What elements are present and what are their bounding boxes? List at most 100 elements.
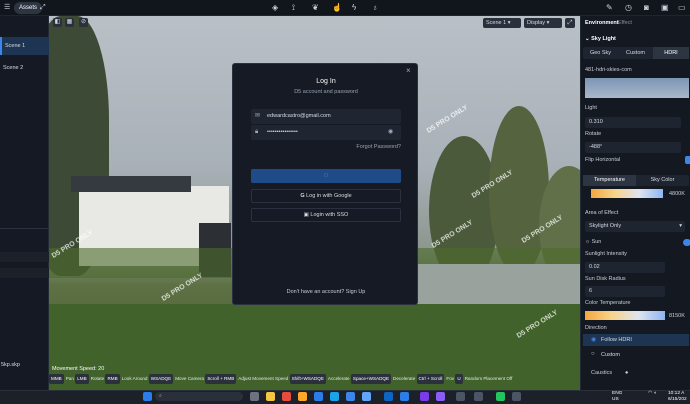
rotate-input[interactable]: -488° bbox=[585, 142, 681, 153]
tab-hdri[interactable]: HDRI bbox=[653, 47, 689, 59]
assets-button[interactable]: Assets bbox=[14, 2, 43, 14]
top-bar: ☰ Assets ⤢ ◈ ⟟ ❦ ☝ ϟ ♁ ✎ ◷ ◙ ▣ ▭ bbox=[0, 0, 690, 16]
hdri-name[interactable]: 481-hdri-skies-com bbox=[585, 67, 632, 73]
menu-icon[interactable]: ☰ bbox=[4, 3, 10, 13]
edit-icon[interactable]: ✎ bbox=[606, 3, 613, 13]
sky-mode-tabs: Geo Sky Custom HDRI bbox=[583, 47, 689, 59]
app-icon[interactable] bbox=[474, 392, 483, 401]
system-tray-icons[interactable]: ◠ ◖ bbox=[648, 391, 656, 397]
grid-icon[interactable]: ▦ bbox=[65, 18, 74, 27]
shortcut: Scroll + RMB Adjust Movement Speed bbox=[205, 374, 288, 384]
shortcut: LMB Rotate bbox=[75, 374, 104, 384]
scene-label: Scene 1 bbox=[5, 43, 26, 49]
leaf-icon[interactable]: ❦ bbox=[312, 3, 319, 13]
direction-label: Direction bbox=[585, 325, 607, 331]
language-indicator[interactable]: ENG US bbox=[612, 391, 622, 403]
edge-icon[interactable] bbox=[314, 392, 323, 401]
app-icon[interactable] bbox=[512, 392, 521, 401]
spinner-icon: ◌ bbox=[323, 172, 329, 179]
app-icon[interactable] bbox=[456, 392, 465, 401]
display-select[interactable]: Display ▾ bbox=[524, 18, 562, 28]
list-row[interactable] bbox=[0, 268, 49, 278]
follow-hdri-option[interactable]: ◉ Follow HDRI bbox=[583, 334, 689, 346]
radio-selected-icon: ◉ bbox=[591, 337, 597, 343]
list-row[interactable] bbox=[0, 252, 49, 262]
spotify-icon[interactable] bbox=[496, 392, 505, 401]
app-icon[interactable] bbox=[400, 392, 409, 401]
signup-link[interactable]: Don't have an account? Sign Up bbox=[233, 289, 419, 295]
tab-effect[interactable]: Effect bbox=[618, 20, 632, 26]
pin-icon[interactable]: ⤢ bbox=[40, 3, 46, 13]
scene-select[interactable]: Scene 1 ▾ bbox=[483, 18, 521, 28]
drop-icon[interactable]: ◈ bbox=[272, 3, 278, 13]
custom-direction-option[interactable]: ○ Custom bbox=[583, 349, 689, 361]
task-view-icon[interactable] bbox=[250, 392, 259, 401]
temperature-slider[interactable] bbox=[591, 189, 663, 198]
close-icon[interactable]: × bbox=[406, 66, 411, 75]
app-icon[interactable] bbox=[298, 392, 307, 401]
dialog-title: Log In bbox=[316, 78, 336, 85]
pointer-icon[interactable]: ☝ bbox=[332, 3, 342, 13]
chrome-icon[interactable] bbox=[282, 392, 291, 401]
sun-disk-input[interactable]: 6 bbox=[585, 286, 665, 297]
tab-temperature[interactable]: Temperature bbox=[583, 175, 636, 186]
sso-login-button[interactable]: ▣ Login with SSO bbox=[251, 208, 401, 222]
window-icon[interactable]: ▭ bbox=[678, 3, 686, 13]
sun-toggle[interactable] bbox=[683, 239, 690, 246]
area-select[interactable]: Skylight Only ▾ bbox=[585, 221, 685, 232]
tab-environment[interactable]: Environment bbox=[585, 20, 619, 26]
shortcut-bar: MMB Pan LMB Rotate RMB Look Around WSADQE Mo… bbox=[49, 374, 580, 384]
app-icon[interactable] bbox=[420, 392, 429, 401]
dialog-subtitle: D5 account and password bbox=[294, 89, 358, 95]
light-input[interactable]: 0.310 bbox=[585, 117, 681, 128]
caustics-toggle[interactable]: ● bbox=[625, 370, 628, 376]
sun-intensity-input[interactable]: 0.02 bbox=[585, 262, 665, 273]
watermark: D5 PRO ONLY bbox=[425, 104, 470, 135]
password-field[interactable]: 🔒︎ •••••••••••••••• ◉ bbox=[251, 125, 401, 140]
shortcut: Shift+WSADQE Accelerate bbox=[289, 374, 350, 384]
linkedin-icon[interactable] bbox=[384, 392, 393, 401]
link-icon[interactable]: ⊘ bbox=[79, 18, 88, 27]
planet-icon[interactable]: ♁ bbox=[372, 3, 378, 13]
hdri-thumbnail[interactable] bbox=[585, 78, 689, 98]
windows-start-icon[interactable] bbox=[143, 392, 152, 401]
email-value: edwardcastro@gmail.com bbox=[267, 113, 331, 119]
google-login-button[interactable]: G Log in with Google bbox=[251, 189, 401, 203]
scene-item-2[interactable]: Scene 2 bbox=[0, 59, 49, 77]
email-field[interactable]: ✉ edwardcastro@gmail.com bbox=[251, 109, 401, 124]
login-button[interactable]: ◌ bbox=[251, 169, 401, 183]
path-icon[interactable]: ⟟ bbox=[292, 3, 295, 13]
photo-icon[interactable]: ▣ bbox=[661, 3, 669, 13]
login-dialog: × Log In D5 account and password ✉ edwar… bbox=[232, 63, 418, 305]
camera-icon[interactable]: ◙ bbox=[644, 3, 649, 13]
clock[interactable]: 10:12 A 6/15/202 bbox=[668, 391, 687, 403]
tab-sky-color[interactable]: Sky Color bbox=[636, 175, 689, 186]
flip-toggle[interactable] bbox=[685, 156, 690, 164]
tab-geo-sky[interactable]: Geo Sky bbox=[583, 47, 618, 59]
app-icon[interactable] bbox=[330, 392, 339, 401]
taskbar-search[interactable]: ⌕ bbox=[155, 392, 243, 401]
section-sky-light[interactable]: ⌄ Sky Light bbox=[585, 36, 616, 42]
app-icon[interactable] bbox=[436, 392, 445, 401]
shortcut: RMB Look Around bbox=[105, 374, 147, 384]
scene-item-1[interactable]: Scene 1 bbox=[0, 37, 49, 55]
shortcut: Ctrl + Scroll Fov bbox=[416, 374, 454, 384]
custom-label: Custom bbox=[601, 352, 620, 358]
forgot-password-link[interactable]: Forgot Password? bbox=[341, 144, 401, 150]
sun-label[interactable]: ☼ Sun bbox=[585, 239, 601, 245]
tab-custom[interactable]: Custom bbox=[618, 47, 653, 59]
view-icon[interactable]: ◧ bbox=[53, 18, 62, 27]
sun-disk-label: Sun Disk Radius bbox=[585, 276, 626, 282]
clock-icon[interactable]: ◷ bbox=[625, 3, 632, 13]
color-temperature-slider[interactable] bbox=[585, 311, 665, 320]
eye-icon[interactable]: ◉ bbox=[388, 125, 393, 140]
app-icon[interactable] bbox=[346, 392, 355, 401]
lock-icon: 🔒︎ bbox=[255, 129, 259, 135]
shortcut: U Random Placement Off bbox=[455, 374, 512, 384]
explorer-icon[interactable] bbox=[266, 392, 275, 401]
app-icon[interactable] bbox=[362, 392, 371, 401]
follow-hdri-label: Follow HDRI bbox=[601, 337, 632, 343]
bolt-icon[interactable]: ϟ bbox=[352, 3, 356, 13]
scene-label: Scene 2 bbox=[3, 65, 24, 71]
expand-icon[interactable]: ⤢ bbox=[565, 18, 575, 28]
